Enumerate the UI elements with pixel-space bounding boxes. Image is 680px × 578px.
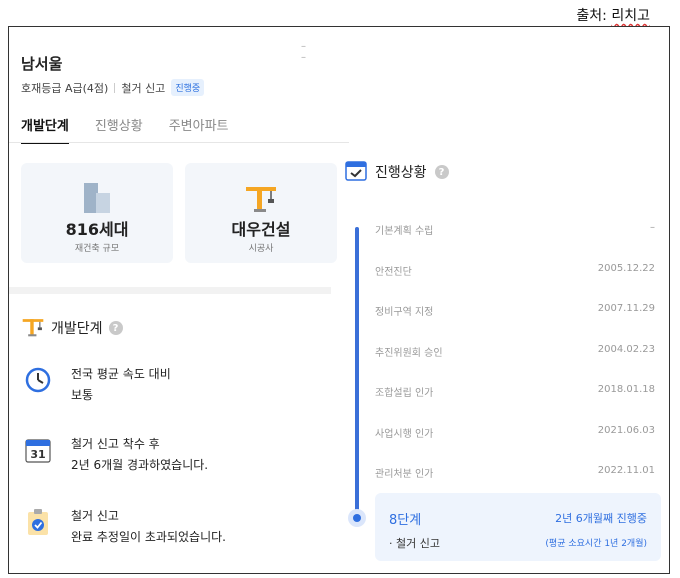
completion-value: 완료 추정일이 초과되었습니다. [71,530,226,544]
complex-name: 남서울 [21,55,63,73]
step-row: 조합설립 인가 2018.01.18 [375,384,655,399]
help-icon[interactable]: ? [434,165,449,179]
grade-text: 호재등급 A급(4점) [21,81,109,95]
step-name: 사업시행 인가 [375,429,434,440]
development-section-label: 개발단계 [51,321,103,337]
source-caption: 출처: 리치고 [576,5,650,25]
status-text: 철거 신고 [121,81,166,95]
window-controls[interactable]: – – [301,41,339,63]
clipboard-check-icon [23,507,53,537]
constructor-card: 대우건설 시공사 [185,163,337,263]
step-date: 2007.11.29 [597,303,655,314]
tab-progress[interactable]: 진행상황 [95,115,143,144]
current-stage-progress: 2년 6개월째 진행중 [555,512,647,525]
elapsed-value: 2년 6개월 경과하였습니다. [71,458,209,472]
crane-icon [21,315,45,341]
step-date: 2004.02.23 [597,344,655,355]
speed-label: 전국 평균 속도 대비 [71,367,171,381]
speed-value: 보통 [71,388,94,402]
step-row: 정비구역 지정 2007.11.29 [375,303,655,318]
source-label: 출처: [576,8,607,24]
step-date: 2021.06.03 [597,425,655,436]
current-step-dot [348,509,366,527]
calendar-check-icon [345,159,367,185]
progress-timeline [355,227,359,527]
complex-meta: 호재등급 A급(4점) 철거 신고 진행중 [21,79,205,96]
step-date: 2018.01.18 [597,384,655,395]
constructor-value: 대우건설 [231,220,291,239]
app-window: – – 남서울 호재등급 A급(4점) 철거 신고 진행중 개발단계 진행상황 … [8,26,670,574]
step-name: 추진위원회 승인 [375,348,443,359]
current-stage-name: · 철거 신고 [389,537,440,550]
section-divider [9,287,331,294]
building-icon [82,181,112,217]
timeline-fill [355,227,359,517]
minimize-icon[interactable]: – [301,41,324,52]
step-date: 2022.11.01 [597,465,655,476]
average-duration: (평균 소요시간 1년 2개월) [545,539,647,549]
help-icon[interactable]: ? [108,321,123,335]
step-row: 관리처분 인가 2022.11.01 [375,465,655,480]
scale-value: 816세대 [65,220,129,239]
completion-item: 철거 신고 완료 추정일이 초과되었습니다. [23,507,226,545]
step-name: 기본계획 수립 [375,226,434,237]
development-section-title: 개발단계 ? [21,315,123,341]
elapsed-label: 철거 신고 착수 후 [71,437,160,451]
progress-section-label: 진행상황 [375,165,427,181]
current-stage-title: 8단계 [389,513,422,528]
step-row: 안전진단 2005.12.22 [375,263,655,278]
tab-divider [9,142,349,143]
tab-bar: 개발단계 진행상황 주변아파트 [21,115,229,144]
elapsed-item: 31 철거 신고 착수 후 2년 6개월 경과하였습니다. [23,435,208,473]
step-row: 사업시행 인가 2021.06.03 [375,425,655,440]
left-panel: – – 남서울 호재등급 A급(4점) 철거 신고 진행중 개발단계 진행상황 … [9,27,349,573]
progress-section-title: 진행상황 ? [345,159,449,185]
constructor-label: 시공사 [248,244,274,254]
step-name: 안전진단 [375,267,412,278]
scale-card: 816세대 재건축 규모 [21,163,173,263]
calendar-icon: 31 [23,435,53,465]
right-panel: 진행상황 ? 기본계획 수립 – 안전진단 2005.12.22 정비구역 지정… [339,27,669,573]
step-row: 추진위원회 승인 2004.02.23 [375,344,655,359]
step-date: – [650,222,655,233]
status-badge: 진행중 [171,79,205,96]
clock-icon [23,365,53,395]
step-date: 2005.12.22 [597,263,655,274]
calendar-day: 31 [30,448,45,461]
step-name: 조합설립 인가 [375,388,434,399]
source-name: 리치고 [611,8,650,24]
meta-divider [114,82,116,93]
step-name: 정비구역 지정 [375,307,434,318]
speed-item: 전국 평균 속도 대비 보통 [23,365,171,403]
tab-nearby-apartments[interactable]: 주변아파트 [169,115,229,144]
completion-label: 철거 신고 [71,509,119,523]
crane-icon [244,181,278,217]
step-row: 기본계획 수립 – [375,222,655,237]
scale-label: 재건축 규모 [74,244,120,254]
restore-icon[interactable]: – [301,52,324,63]
step-name: 관리처분 인가 [375,469,434,480]
current-stage-card[interactable]: 8단계 2년 6개월째 진행중 · 철거 신고 (평균 소요시간 1년 2개월) [375,493,661,561]
tab-development-stage[interactable]: 개발단계 [21,115,69,144]
